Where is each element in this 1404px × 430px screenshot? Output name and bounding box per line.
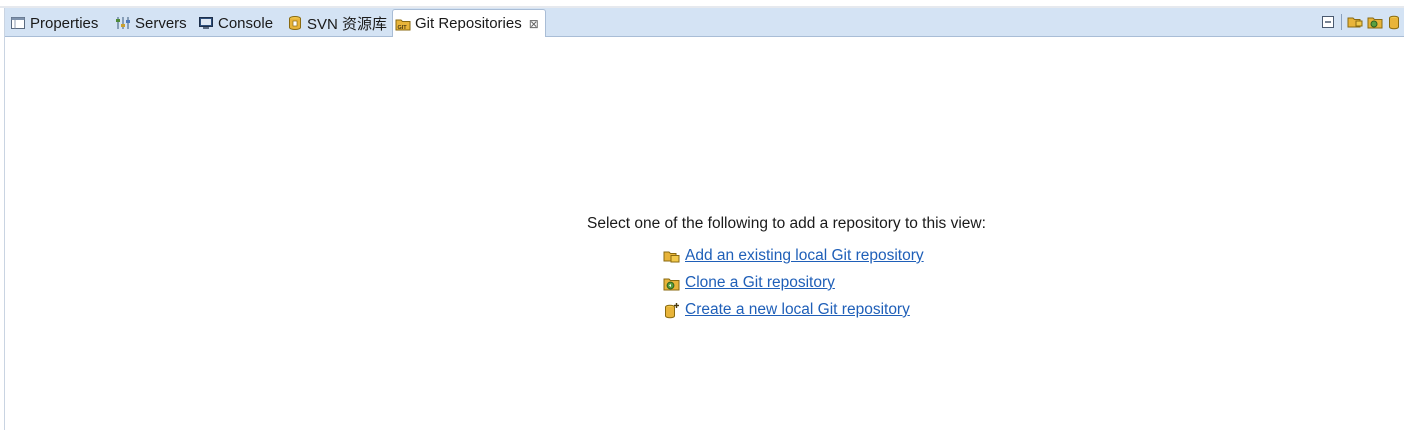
tab-svn-repository[interactable]: SVN 资源库 xyxy=(287,10,387,36)
add-repository-icon[interactable] xyxy=(1345,12,1365,32)
minimize-icon[interactable] xyxy=(1318,12,1338,32)
console-icon xyxy=(198,15,214,31)
tab-properties[interactable]: Properties xyxy=(10,10,98,36)
create-repository-icon xyxy=(663,302,680,319)
clone-repository-link[interactable]: Clone a Git repository xyxy=(685,274,835,292)
svg-text:GIT: GIT xyxy=(398,25,408,31)
tab-label: Console xyxy=(218,14,274,32)
properties-icon xyxy=(10,15,26,31)
clone-repository-icon[interactable] xyxy=(1365,12,1385,32)
add-repository-prompt: Select one of the following to add a rep… xyxy=(587,215,986,232)
tab-label: Properties xyxy=(30,14,99,32)
servers-icon xyxy=(115,15,131,31)
git-repositories-icon: GIT xyxy=(395,16,411,32)
view-toolbar xyxy=(1318,11,1404,33)
window-top-strip xyxy=(0,0,1404,8)
create-repository-action[interactable]: Create a new local Git repository xyxy=(663,300,910,320)
tab-console[interactable]: Console xyxy=(198,10,273,36)
close-tab-icon[interactable]: ⊠ xyxy=(529,18,539,30)
git-repositories-view: Properties Servers Console SVN 资源库 GIT G… xyxy=(4,8,1404,430)
tab-git-repositories[interactable]: GIT Git Repositories ⊠ xyxy=(392,9,546,37)
tab-label: Servers xyxy=(135,14,187,32)
git-repositories-content: Select one of the following to add a rep… xyxy=(5,37,1404,430)
svn-repository-icon xyxy=(287,15,303,31)
tab-label: Git Repositories xyxy=(415,15,522,32)
clone-repository-action[interactable]: Clone a Git repository xyxy=(663,273,835,293)
tab-label: SVN 资源库 xyxy=(307,15,388,33)
tab-servers[interactable]: Servers xyxy=(115,10,187,36)
toolbar-separator xyxy=(1341,14,1342,30)
clone-repository-icon xyxy=(663,275,680,292)
create-repository-link[interactable]: Create a new local Git repository xyxy=(685,301,910,319)
add-existing-repository-action[interactable]: Add an existing local Git repository xyxy=(663,246,924,266)
add-existing-repository-link[interactable]: Add an existing local Git repository xyxy=(685,247,924,265)
view-tab-bar: Properties Servers Console SVN 资源库 GIT G… xyxy=(5,8,1404,37)
add-existing-repository-icon xyxy=(663,248,680,265)
create-repository-icon[interactable] xyxy=(1385,12,1404,32)
